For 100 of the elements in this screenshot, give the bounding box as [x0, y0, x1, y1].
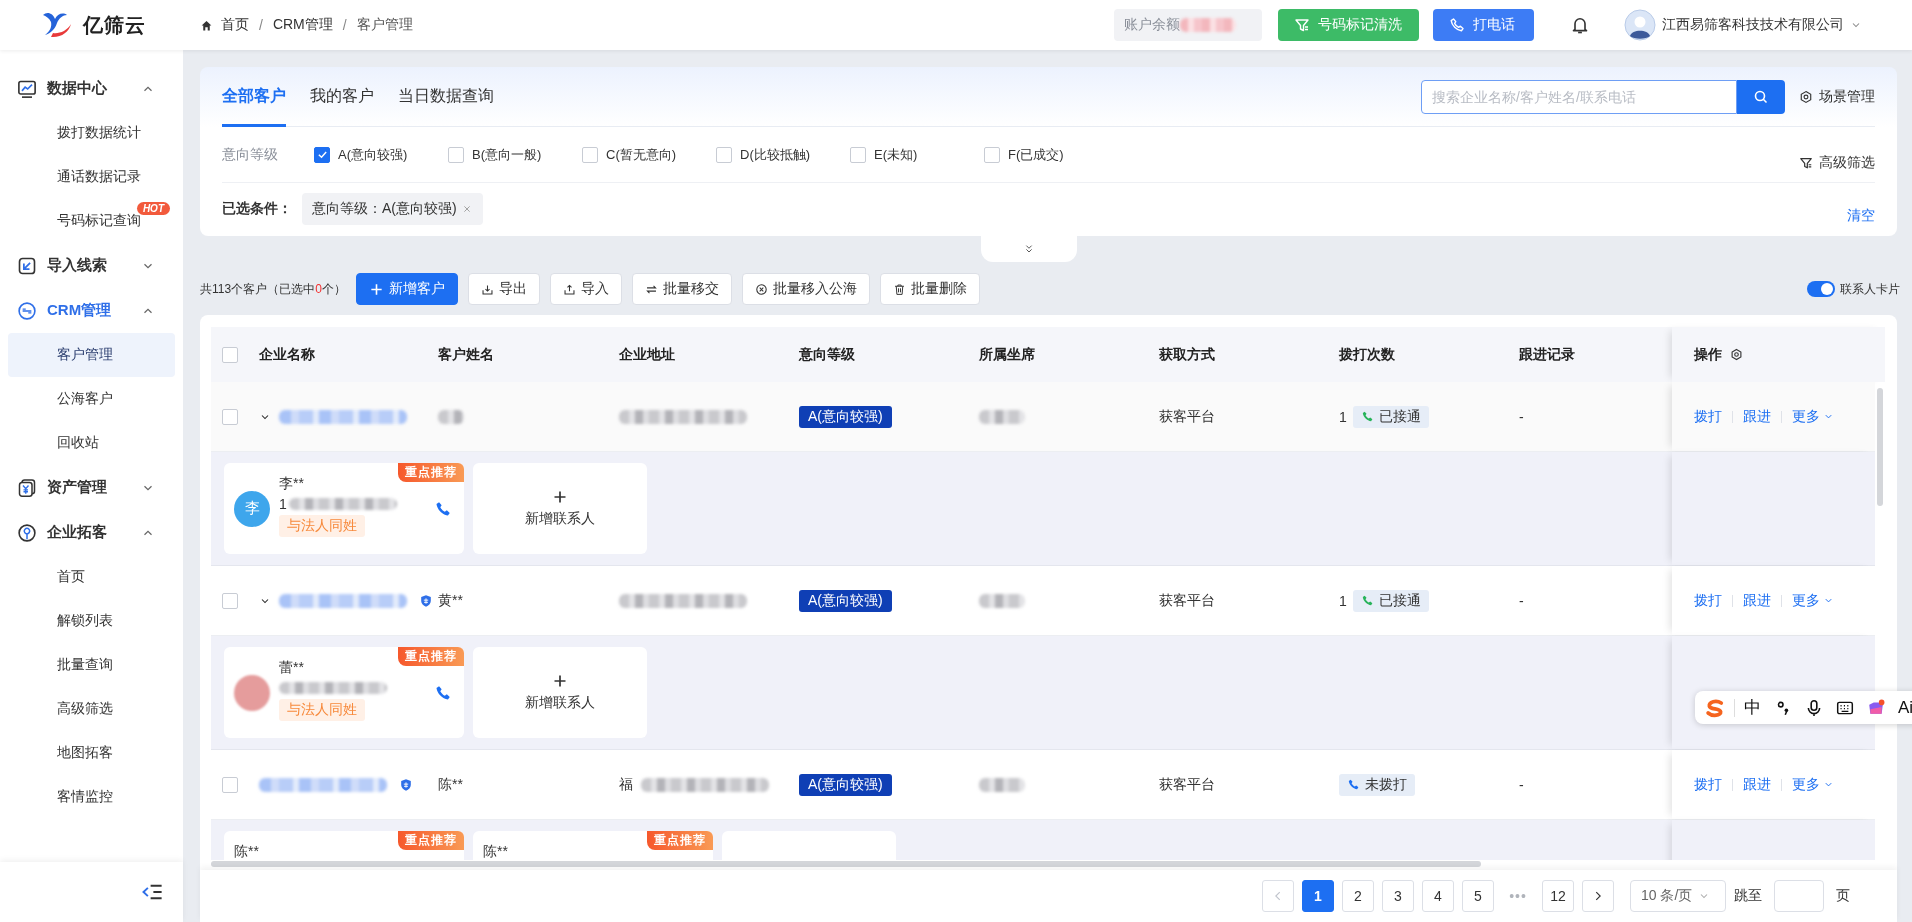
menu-item[interactable]: 通话数据记录: [8, 155, 175, 199]
checkbox[interactable]: [222, 776, 238, 793]
add-contact-card[interactable]: 新增联系人: [473, 647, 647, 738]
checkbox[interactable]: [448, 146, 464, 163]
search-field[interactable]: 搜索企业名称/客户姓名/联系电话: [1421, 79, 1737, 114]
checkbox-label[interactable]: A(意向较强): [338, 145, 408, 164]
contact-name: 陈**: [234, 843, 260, 860]
scrollbar[interactable]: [211, 861, 1481, 867]
microphone-icon[interactable]: [1805, 698, 1823, 717]
tab[interactable]: 当日数据查询: [398, 66, 494, 127]
checkbox[interactable]: [984, 146, 1000, 163]
add-contact-card[interactable]: 新增联系人: [473, 463, 647, 554]
menu-group[interactable]: 导入线索: [0, 243, 183, 288]
page-input[interactable]: [1774, 880, 1824, 912]
checkbox[interactable]: [222, 592, 238, 609]
filter-label: 意向等级: [222, 145, 279, 164]
menu-item[interactable]: 高级筛选: [8, 687, 175, 731]
menu-group[interactable]: 企业拓客: [0, 510, 183, 555]
tab[interactable]: 全部客户: [222, 66, 286, 127]
ime-logo-icon[interactable]: [1705, 697, 1725, 718]
breadcrumb-link[interactable]: CRM管理: [272, 16, 333, 34]
toolbar-button[interactable]: 批量移交: [631, 273, 732, 305]
skin-icon[interactable]: [1867, 698, 1885, 717]
expand-tab[interactable]: [980, 236, 1077, 262]
toolbar-button[interactable]: 批量删除: [879, 273, 980, 305]
page-button[interactable]: 5: [1462, 880, 1494, 912]
filter-icon: [1799, 155, 1813, 170]
avatar-icon[interactable]: [1624, 9, 1656, 41]
menu-item[interactable]: 地图拓客: [8, 731, 175, 775]
input-mode-toggle[interactable]: 中: [1744, 696, 1761, 719]
tab[interactable]: 我的客户: [310, 66, 374, 127]
page-button[interactable]: 2: [1342, 880, 1374, 912]
level-tag: A(意向较强): [799, 405, 892, 428]
menu-group[interactable]: 数据中心: [0, 66, 183, 111]
menu-item[interactable]: 客户管理: [8, 333, 175, 377]
menu-item[interactable]: 公海客户: [8, 377, 175, 421]
plus-icon: [552, 489, 568, 505]
menu-group[interactable]: 资产管理: [0, 465, 183, 510]
pin-icon: [17, 522, 37, 543]
checkbox[interactable]: [314, 146, 330, 163]
search-button[interactable]: [1737, 79, 1785, 114]
menu-item[interactable]: 客情监控: [8, 775, 175, 819]
action-link[interactable]: 跟进: [1743, 591, 1771, 610]
call-button[interactable]: 打电话: [1433, 9, 1534, 41]
menu-group[interactable]: CRM管理: [0, 288, 183, 333]
toolbar-button[interactable]: 新增客户: [355, 273, 458, 305]
page-button[interactable]: 3: [1382, 880, 1414, 912]
contact-name: 陈**: [483, 843, 509, 860]
page-button[interactable]: 1: [1302, 880, 1334, 912]
phone-icon: [1360, 594, 1374, 607]
toggle-label: 联系人卡片: [1840, 280, 1900, 298]
toolbar-button[interactable]: 批量移入公海: [741, 273, 870, 305]
column-header: 所属坐席: [979, 345, 1035, 364]
advanced-filter-button[interactable]: 高级筛选: [1799, 153, 1875, 172]
menu-item[interactable]: 号码标记查询 HOT: [8, 199, 175, 243]
checkbox[interactable]: [716, 146, 732, 163]
checkbox[interactable]: [222, 346, 238, 363]
next-page-button[interactable]: [1582, 880, 1614, 912]
checkbox-label[interactable]: D(比较抵触): [740, 145, 811, 164]
toggle-switch[interactable]: [1807, 281, 1835, 297]
checkbox-label[interactable]: E(未知): [874, 145, 918, 164]
checkbox[interactable]: [222, 408, 238, 425]
ai-button[interactable]: Ai: [1898, 697, 1912, 718]
action-link[interactable]: 更多: [1792, 775, 1834, 794]
checkbox-label[interactable]: F(已成交): [1008, 145, 1064, 164]
page-button[interactable]: 4: [1422, 880, 1454, 912]
checkbox-label[interactable]: B(意向一般): [472, 145, 542, 164]
company-name[interactable]: 江西易筛客科技技术有限公司: [1662, 16, 1844, 34]
action-link[interactable]: 拨打: [1694, 407, 1722, 426]
filter-tag[interactable]: 意向等级：A(意向较强): [302, 193, 483, 225]
page-size-select[interactable]: 10 条/页: [1630, 880, 1726, 912]
bell-icon[interactable]: [1570, 15, 1590, 35]
checkbox-label[interactable]: C(暂无意向): [606, 145, 677, 164]
scrollbar[interactable]: [1877, 388, 1883, 506]
action-link[interactable]: 跟进: [1743, 775, 1771, 794]
menu-item[interactable]: 回收站: [8, 421, 175, 465]
toolbar-button[interactable]: 导出: [467, 273, 540, 305]
source-text: 获客平台: [1159, 591, 1215, 610]
menu-item[interactable]: 首页: [8, 555, 175, 599]
call-count: 1: [1339, 592, 1347, 609]
action-link[interactable]: 更多: [1792, 591, 1834, 610]
checkbox[interactable]: [850, 146, 866, 163]
action-link[interactable]: 跟进: [1743, 407, 1771, 426]
toolbar-button[interactable]: 导入: [549, 273, 622, 305]
menu-item[interactable]: 批量查询: [8, 643, 175, 687]
clear-link[interactable]: 清空: [1847, 207, 1875, 225]
hot-badge: HOT: [136, 202, 170, 215]
page-button[interactable]: 12: [1542, 880, 1574, 912]
action-link[interactable]: 更多: [1792, 407, 1834, 426]
action-link[interactable]: 拨打: [1694, 775, 1722, 794]
checkbox[interactable]: [582, 146, 598, 163]
scene-button[interactable]: 场景管理: [1799, 87, 1875, 106]
menu-item[interactable]: 拨打数据统计: [8, 111, 175, 155]
home-icon[interactable]: [200, 18, 213, 32]
recommend-badge: 重点推荐: [647, 831, 713, 850]
action-link[interactable]: 拨打: [1694, 591, 1722, 610]
menu-item[interactable]: 解锁列表: [8, 599, 175, 643]
settings-icon[interactable]: [1730, 348, 1743, 361]
previous-page-button[interactable]: [1262, 880, 1294, 912]
breadcrumb-link[interactable]: 首页: [221, 16, 249, 34]
